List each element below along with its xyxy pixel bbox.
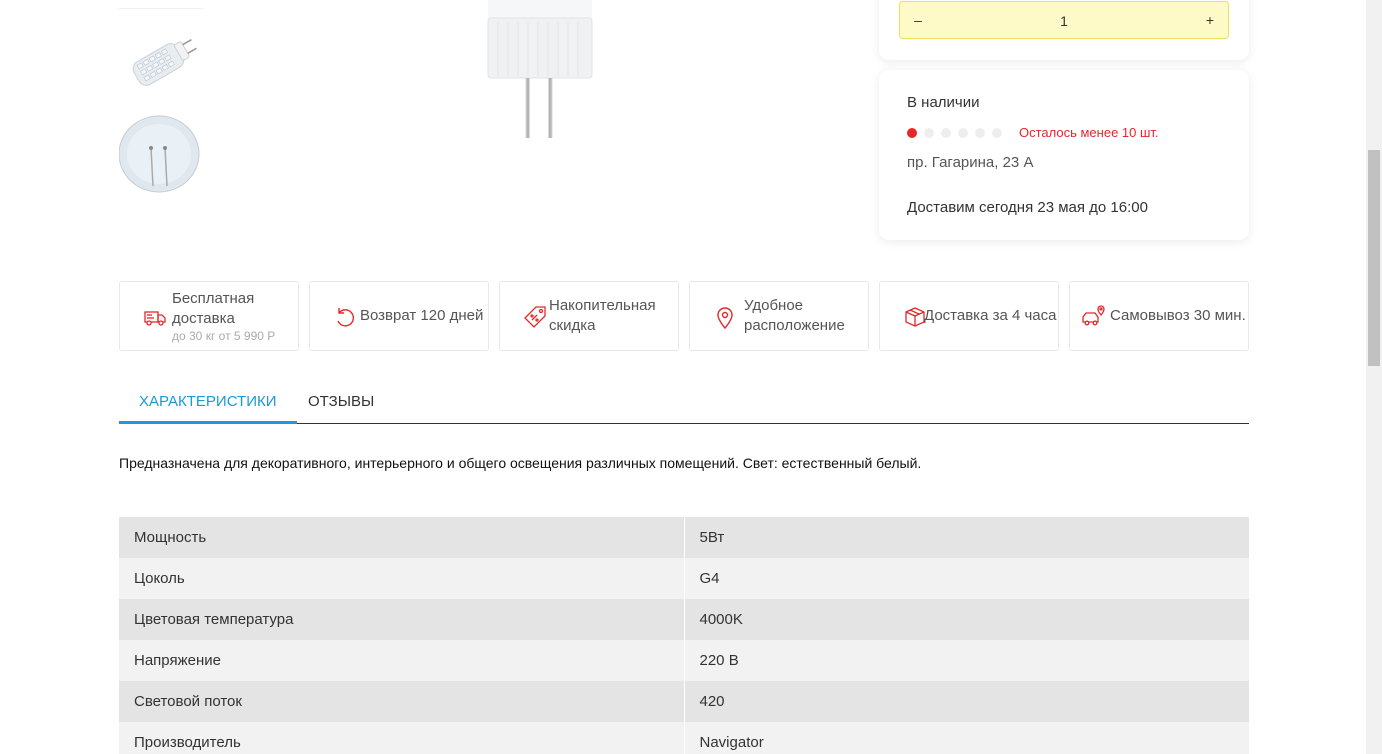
feature-pickup: Самовывоз 30 мин. (1069, 281, 1249, 351)
spec-key: Производитель (119, 722, 685, 754)
spec-key: Мощность (119, 517, 685, 558)
product-thumbnail[interactable] (119, 114, 203, 200)
spec-key: Цветовая температура (119, 599, 685, 640)
tab-reviews[interactable]: Отзывы (288, 381, 394, 422)
car-pickup-icon (1082, 305, 1105, 326)
quantity-increase-button[interactable]: + (1192, 2, 1228, 38)
led-capsule-top-image (119, 115, 200, 193)
spec-value: 220 В (684, 640, 1249, 681)
feature-label: Накопительная скидка (549, 297, 656, 334)
delivery-truck-icon (144, 311, 166, 326)
feature-title: Бесплатная доставка (172, 290, 255, 327)
spec-value: 5Вт (684, 517, 1249, 558)
led-capsule-lamp-image (487, 0, 593, 138)
availability-title: В наличии (907, 94, 980, 111)
quantity-stepper: – + (899, 1, 1229, 40)
store-address: пр. Гагарина, 23 А (907, 154, 1034, 171)
product-tabs: Характеристики Отзывы (119, 381, 1249, 424)
feature-discount: Накопительная скидка (499, 281, 679, 351)
scrollbar-thumb[interactable] (1368, 150, 1380, 366)
specs-table: Мощность 5Вт Цоколь G4 Цветовая температ… (119, 517, 1249, 754)
feature-label: Самовывоз 30 мин. (1110, 307, 1246, 324)
return-arrow-icon (337, 308, 354, 327)
feature-subtitle: до 30 кг от 5 990 Р (172, 329, 276, 343)
feature-label: Бесплатная доставка до 30 кг от 5 990 Р (172, 289, 298, 343)
table-row: Мощность 5Вт (119, 517, 1249, 558)
stock-level-dot (975, 128, 985, 138)
stock-level-dot (907, 128, 917, 138)
table-row: Световой поток 420 (119, 681, 1249, 722)
delivery-info: Доставим сегодня 23 мая до 16:00 (907, 199, 1148, 216)
table-row: Цоколь G4 (119, 558, 1249, 599)
feature-label: Возврат 120 дней (360, 307, 484, 324)
availability-card: В наличии Осталось менее 10 шт. пр. Гага… (879, 70, 1249, 240)
features-strip: Бесплатная доставка до 30 кг от 5 990 Р … (119, 281, 1249, 351)
stock-level-dot (992, 128, 1002, 138)
led-capsule-side-image (132, 39, 197, 86)
feature-free-delivery: Бесплатная доставка до 30 кг от 5 990 Р (119, 281, 299, 351)
product-thumbnail[interactable] (119, 0, 203, 9)
discount-tag-icon (524, 306, 546, 328)
tab-characteristics[interactable]: Характеристики (119, 381, 297, 424)
feature-fast-delivery: Доставка за 4 часа (879, 281, 1059, 351)
table-row: Производитель Navigator (119, 722, 1249, 754)
stock-level-dot (924, 128, 934, 138)
spec-value: Navigator (684, 722, 1249, 754)
spec-value: G4 (684, 558, 1249, 599)
stock-level-dot (958, 128, 968, 138)
product-page: – + В наличии Осталось менее 10 шт. пр. … (0, 0, 1382, 754)
stock-level-indicator (907, 128, 1002, 138)
spec-key: Световой поток (119, 681, 685, 722)
quantity-decrease-button[interactable]: – (900, 2, 936, 38)
feature-label: Удобное расположение (744, 297, 845, 334)
table-row: Напряжение 220 В (119, 640, 1249, 681)
page-scrollbar[interactable] (1366, 0, 1382, 754)
product-description: Предназначена для декоративного, интерье… (119, 455, 922, 471)
quantity-card: – + (879, 0, 1249, 60)
spec-value: 4000K (684, 599, 1249, 640)
product-main-image[interactable] (440, 0, 740, 150)
location-pin-icon (717, 307, 733, 330)
feature-return: Возврат 120 дней (309, 281, 489, 351)
stock-level-dot (941, 128, 951, 138)
feature-location: Удобное расположение (689, 281, 869, 351)
spec-key: Напряжение (119, 640, 685, 681)
quantity-input[interactable] (936, 2, 1192, 40)
product-thumbnail[interactable] (119, 18, 203, 104)
feature-label: Доставка за 4 часа (924, 307, 1057, 324)
table-row: Цветовая температура 4000K (119, 599, 1249, 640)
spec-key: Цоколь (119, 558, 685, 599)
stock-warning: Осталось менее 10 шт. (1019, 125, 1159, 140)
spec-value: 420 (684, 681, 1249, 722)
